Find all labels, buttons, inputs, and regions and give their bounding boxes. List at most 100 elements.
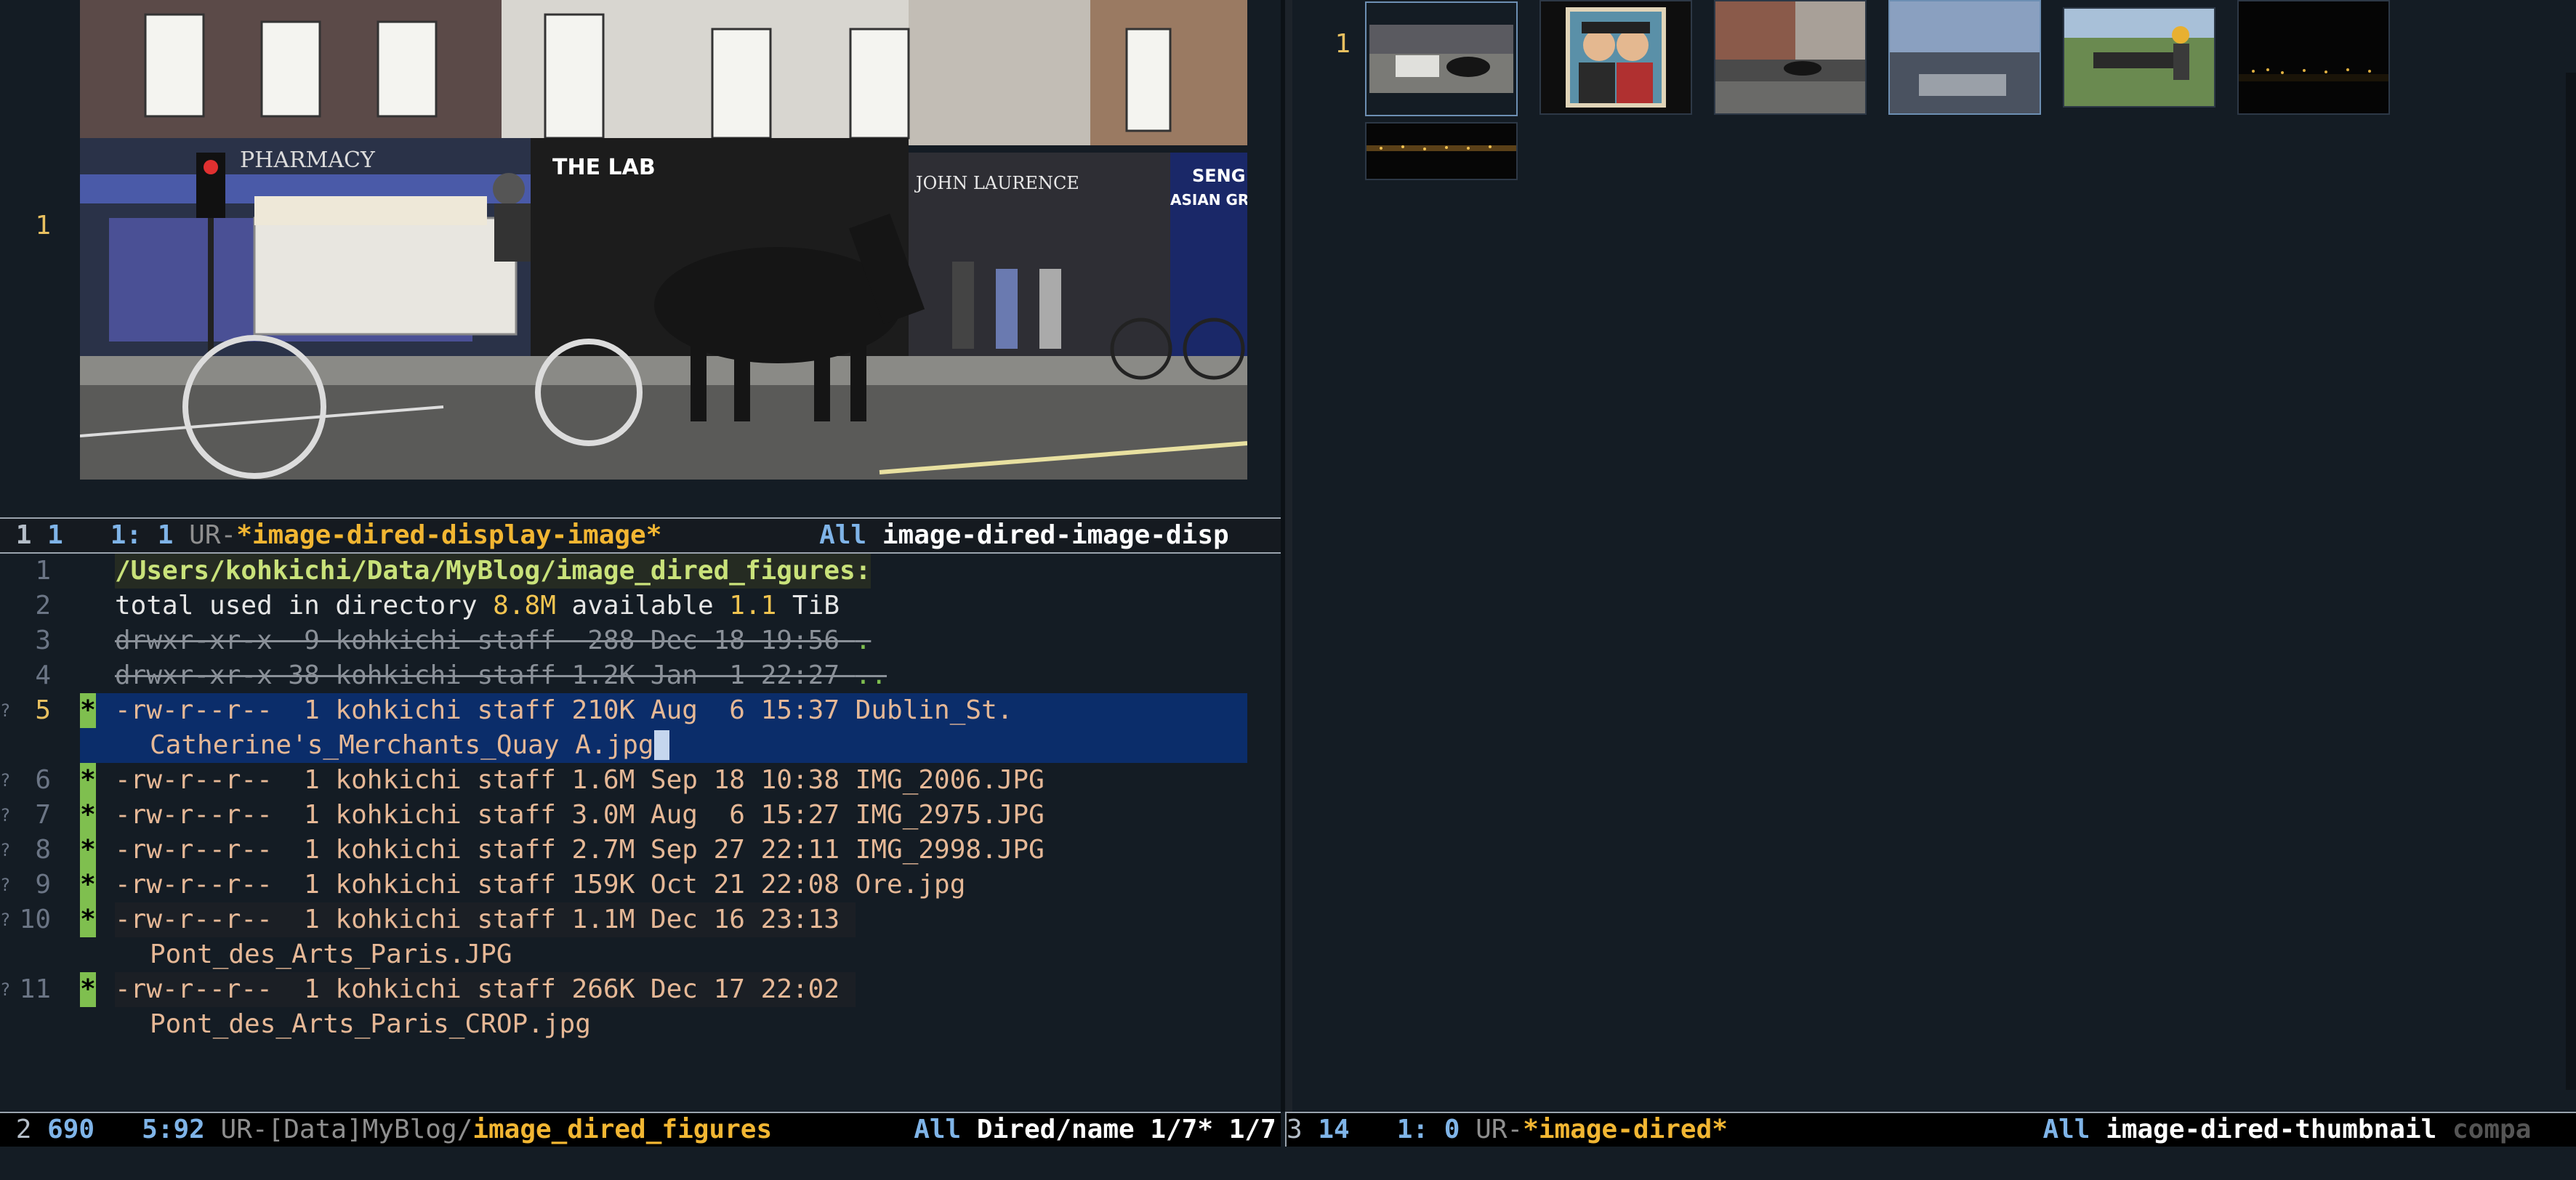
- line-number: 3: [35, 626, 51, 655]
- buffer-size: 14: [1318, 1115, 1350, 1144]
- window-number: 3: [1287, 1115, 1303, 1144]
- line-number: 5: [35, 695, 51, 725]
- line-number: 1: [35, 556, 51, 586]
- buffer-name: image_dired_figures: [472, 1115, 773, 1144]
- directory-path: /Users/kohkichi/Data/MyBlog/image_dired_…: [115, 554, 872, 589]
- marked-flag: *: [80, 693, 96, 728]
- available-unit: TiB: [776, 591, 840, 621]
- seng-sign: SENG: [1192, 166, 1245, 186]
- street-thumb[interactable]: [1714, 0, 1867, 115]
- night-thumb[interactable]: [2237, 0, 2390, 115]
- dired-row-img2975[interactable]: ? 7 * -rw-r--r-- 1 kohkichi staff 3.0M A…: [0, 798, 1279, 833]
- line-number: 8: [35, 835, 51, 865]
- portrait-thumb[interactable]: [1539, 0, 1692, 115]
- line-number: 9: [35, 870, 51, 900]
- modeline-position: 5:92: [142, 1115, 205, 1144]
- image-display-window[interactable]: 1 PHARMACY THE LAB JOHN LAURENCE SENG AS…: [0, 0, 1279, 517]
- dired-row-pont-crop[interactable]: ? 11 * -rw-r--r-- 1 kohkichi staff 266K …: [0, 972, 1279, 1007]
- asian-groc-sign: ASIAN GROC: [1170, 191, 1247, 209]
- statue-thumb[interactable]: [2063, 7, 2215, 108]
- line-number: 7: [35, 800, 51, 830]
- night-bridge-thumb-image: [1367, 124, 1516, 179]
- carriage-photo: PHARMACY THE LAB JOHN LAURENCE SENG ASIA…: [80, 0, 1247, 480]
- major-mode: image-dired-image-disp: [882, 520, 1229, 550]
- buffer-name: *image-dired-display-image*: [236, 520, 662, 550]
- carriage-thumb[interactable]: [1365, 1, 1518, 116]
- scrollbar[interactable]: [2566, 73, 2576, 1090]
- modeline-flags: UR-: [220, 1115, 268, 1144]
- street-thumb-image: [1715, 1, 1865, 113]
- dired-row-pont[interactable]: ? 10 * -rw-r--r-- 1 kohkichi staff 1.1M …: [0, 902, 1279, 937]
- file-perm: -rw-r--r-- 1 kohkichi staff 266K Dec 17 …: [115, 974, 856, 1004]
- file-perm: -rw-r--r-- 1 kohkichi staff 159K Oct 21 …: [115, 870, 856, 900]
- file-perm: -rw-r--r-- 1 kohkichi staff 2.7M Sep 27 …: [115, 835, 856, 865]
- file-name: .: [855, 626, 872, 655]
- total-label: total used in directory: [115, 591, 494, 621]
- john-laurence-sign: JOHN LAURENCE: [914, 173, 1079, 193]
- night-bridge-thumb[interactable]: [1365, 122, 1518, 180]
- line-number: 6: [35, 765, 51, 795]
- path-prefix: [Data]MyBlog/: [267, 1115, 473, 1144]
- the-lab-sign: THE LAB: [552, 155, 656, 180]
- line-number: 10: [19, 905, 51, 934]
- thumbnail-window[interactable]: 1: [1292, 0, 2576, 1112]
- dired-row-dot[interactable]: 3 drwxr-xr-x 9 kohkichi staff 288 Dec 18…: [0, 623, 1279, 658]
- window-fringe: [1285, 0, 1292, 1112]
- total-used: 8.8M: [493, 591, 556, 621]
- carriage-thumb-image: [1367, 3, 1516, 115]
- text-cursor: [653, 730, 670, 760]
- dired-modeline: 2 690 5:92 UR-[Data]MyBlog/image_dired_f…: [0, 1112, 1281, 1147]
- line-number: 1: [1335, 29, 1351, 59]
- dired-row-img2006[interactable]: ? 6 * -rw-r--r-- 1 kohkichi staff 1.6M S…: [0, 763, 1279, 798]
- displayed-photo[interactable]: PHARMACY THE LAB JOHN LAURENCE SENG ASIA…: [80, 0, 1247, 480]
- marked-flag: *: [80, 868, 96, 902]
- modeline-position: 1: 1: [110, 520, 174, 550]
- marked-flag: *: [80, 798, 96, 833]
- thumbnail-modeline: 3 14 1: 0 UR-*image-dired* All image-dir…: [1285, 1112, 2576, 1147]
- marked-flag: *: [80, 972, 96, 1007]
- night-thumb-image: [2239, 1, 2388, 113]
- modeline-position: 1: 0: [1396, 1115, 1460, 1144]
- modeline-pos-a: 1: [47, 520, 63, 550]
- dired-row-ore[interactable]: ? 9 * -rw-r--r-- 1 kohkichi staff 159K O…: [0, 868, 1279, 902]
- window-number: 2: [15, 1115, 32, 1144]
- major-mode: image-dired-thumbnail: [2106, 1115, 2437, 1144]
- pharmacy-sign: PHARMACY: [240, 148, 376, 173]
- dired-window[interactable]: 1 /Users/kohkichi/Data/MyBlog/image_dire…: [0, 554, 1279, 1110]
- modeline-scope: All: [914, 1115, 962, 1144]
- file-perm: drwxr-xr-x 9 kohkichi staff 288 Dec 18 1…: [115, 626, 856, 655]
- dired-row-dotdot[interactable]: 4 drwxr-xr-x 38 kohkichi staff 1.2K Jan …: [0, 658, 1279, 693]
- marked-flag: *: [80, 833, 96, 868]
- file-name: IMG_2998.JPG: [855, 835, 1045, 865]
- file-name: Ore.jpg: [855, 870, 966, 900]
- available-label: available: [555, 591, 730, 621]
- harbour-thumb-image: [1890, 1, 2040, 113]
- dired-row-img2998[interactable]: ? 8 * -rw-r--r-- 1 kohkichi staff 2.7M S…: [0, 833, 1279, 868]
- minor-mode: compa: [2452, 1115, 2532, 1144]
- file-name-continued: Catherine's_Merchants_Quay A.jpg: [150, 730, 654, 760]
- portrait-thumb-image: [1541, 1, 1691, 113]
- line-number: 2: [35, 591, 51, 621]
- file-name-continued: Pont_des_Arts_Paris.JPG: [150, 939, 512, 969]
- file-perm: drwxr-xr-x 38 kohkichi staff 1.2K Jan 1 …: [115, 660, 856, 690]
- line-number: 1: [35, 211, 51, 241]
- file-perm: -rw-r--r-- 1 kohkichi staff 3.0M Aug 6 1…: [115, 800, 856, 830]
- file-perm: -rw-r--r-- 1 kohkichi staff 1.6M Sep 18 …: [115, 765, 856, 795]
- image-window-modeline: 1 1 1: 1 UR-*image-dired-display-image* …: [0, 517, 1282, 554]
- modeline-flags: UR-: [1476, 1115, 1524, 1144]
- statue-thumb-image: [2064, 9, 2214, 106]
- file-name-continued: Pont_des_Arts_Paris_CROP.jpg: [150, 1009, 591, 1039]
- dired-total-line: 2 total used in directory 8.8M available…: [0, 589, 1279, 623]
- marked-flag: *: [80, 902, 96, 937]
- buffer-size: 690: [47, 1115, 95, 1144]
- line-number: 11: [19, 974, 51, 1004]
- dired-row-dublin[interactable]: ? 5 * -rw-r--r-- 1 kohkichi staff 210K A…: [0, 693, 1279, 728]
- harbour-thumb[interactable]: [1888, 0, 2041, 115]
- file-name: IMG_2975.JPG: [855, 800, 1045, 830]
- major-mode: Dired/name 1/7* 1/7: [976, 1115, 1281, 1144]
- modeline-flags: UR-: [189, 520, 237, 550]
- buffer-name: *image-dired*: [1523, 1115, 1728, 1144]
- modeline-scope: All: [819, 520, 867, 550]
- file-name: IMG_2006.JPG: [855, 765, 1045, 795]
- modeline-scope: All: [2042, 1115, 2090, 1144]
